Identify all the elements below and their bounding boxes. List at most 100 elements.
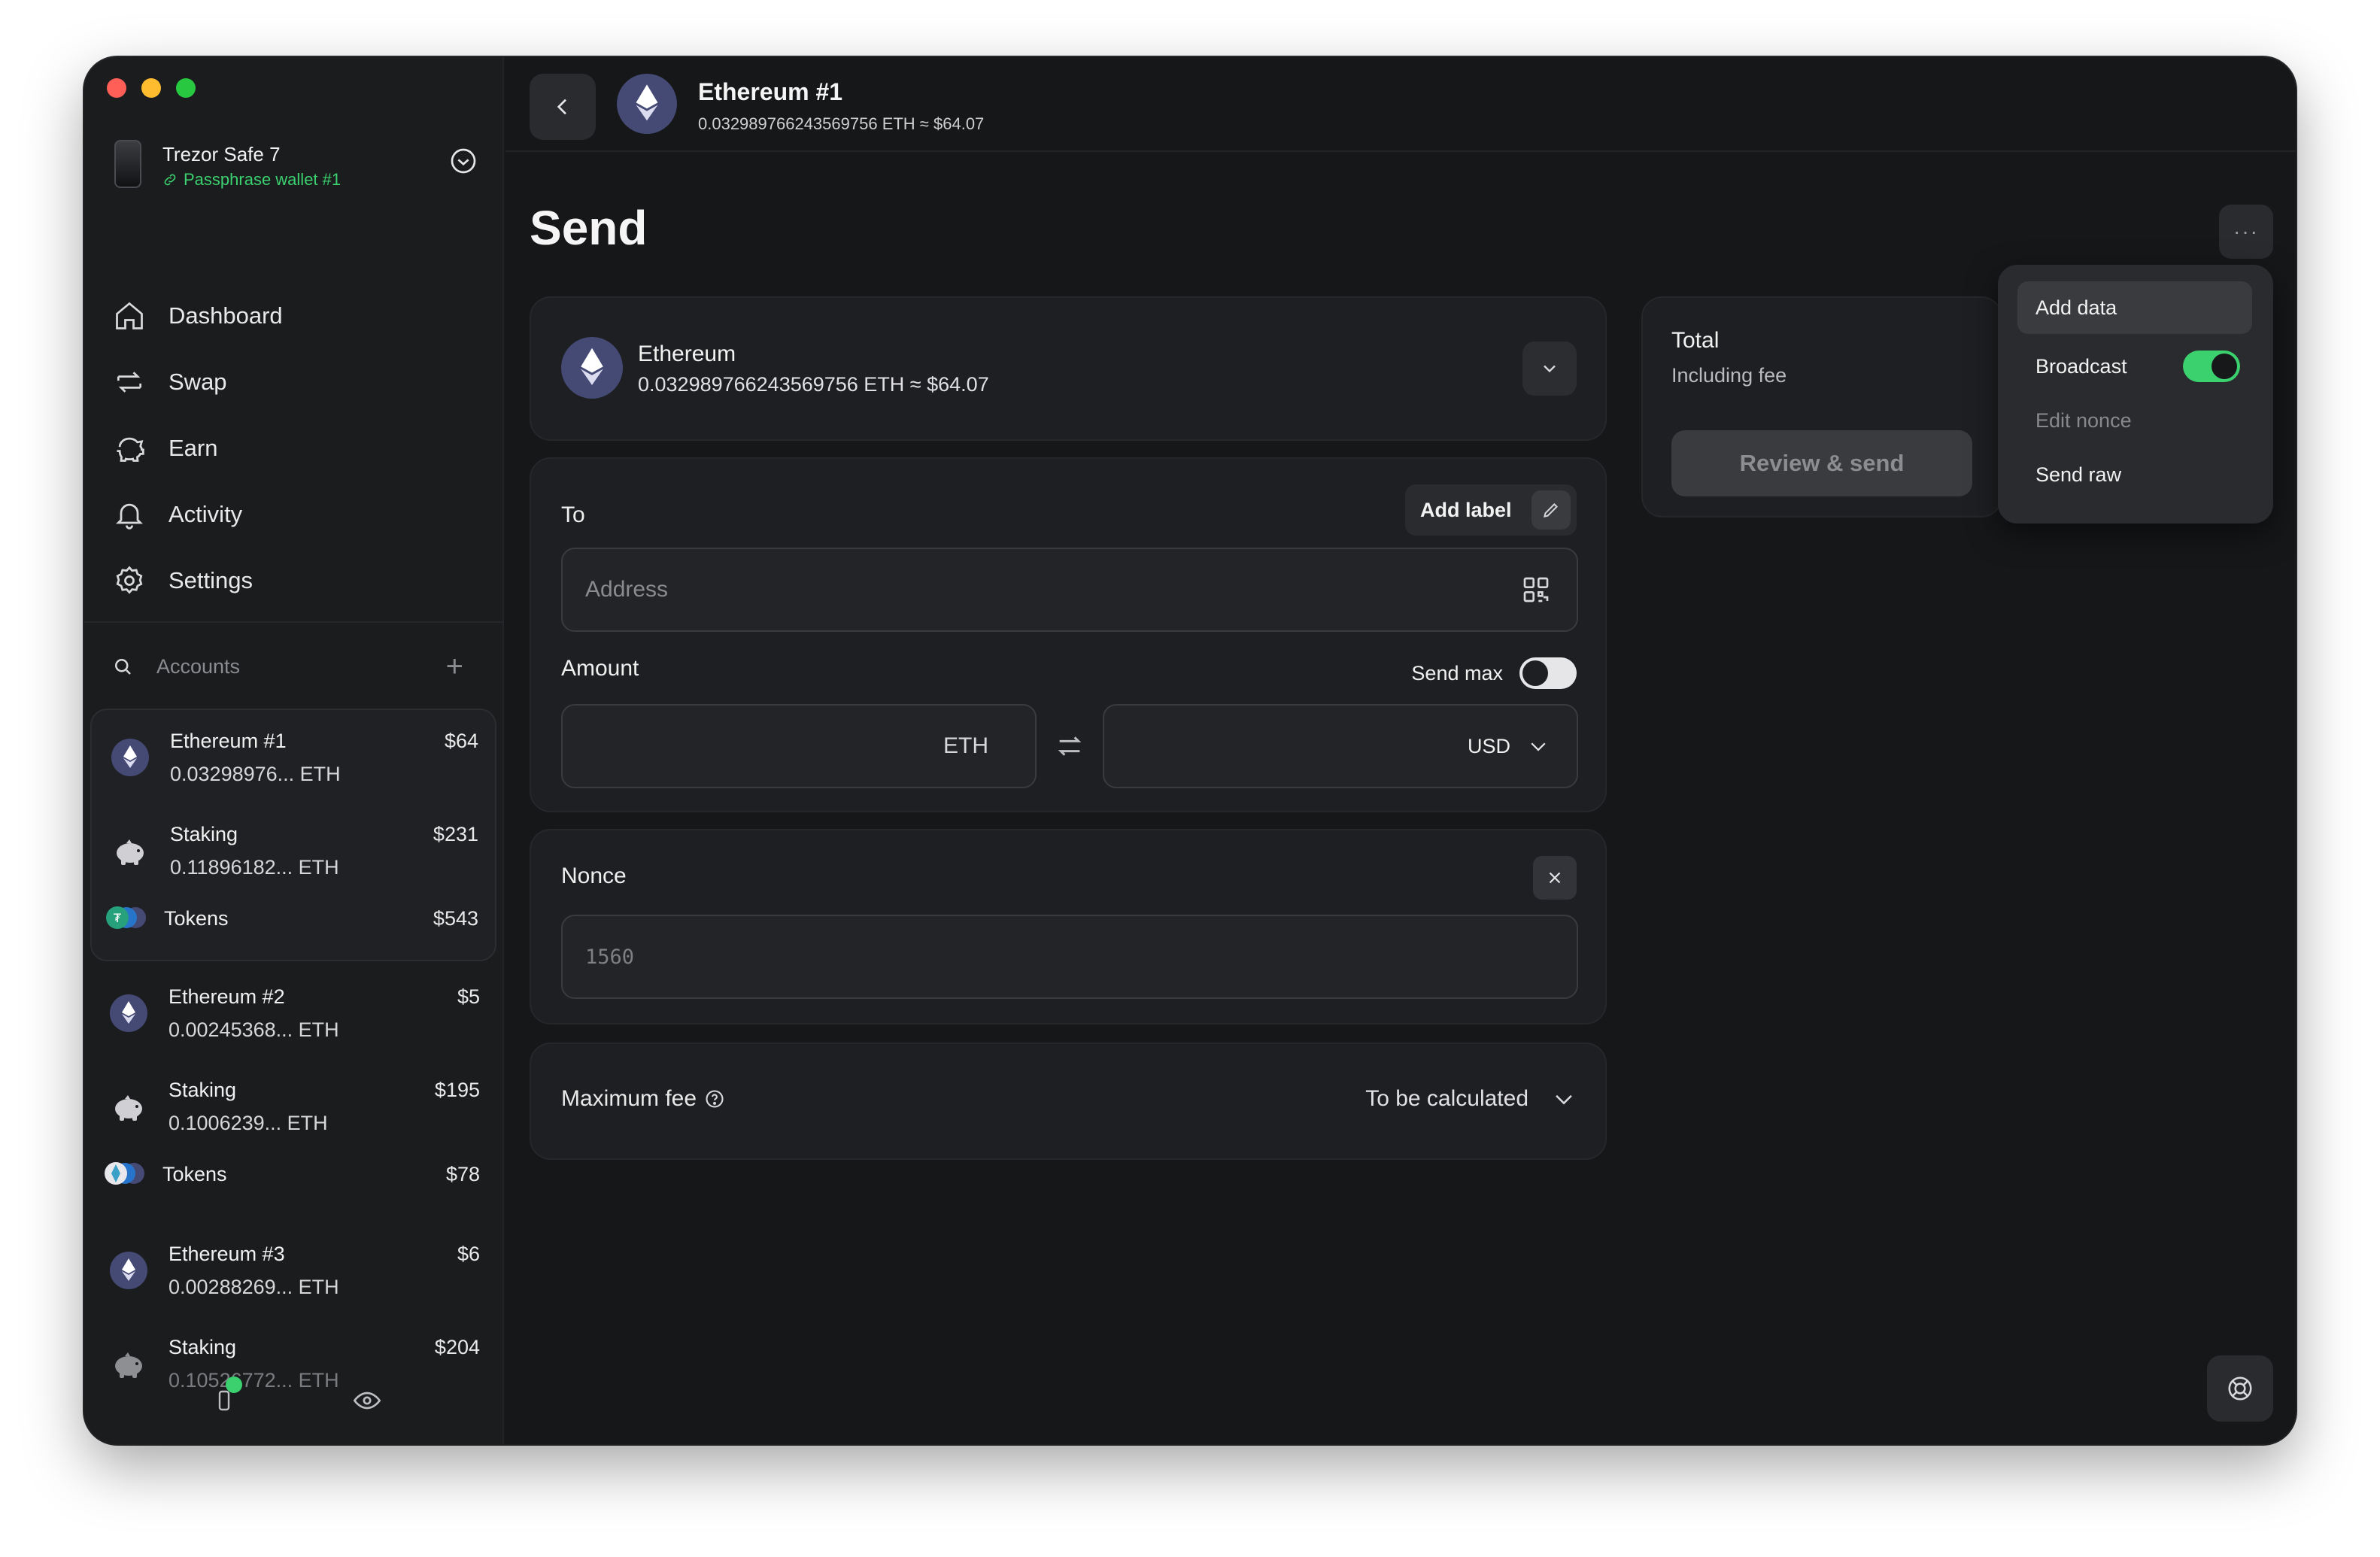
account-row-tokens[interactable]: Tokens $78 bbox=[90, 1152, 496, 1200]
close-window-button[interactable] bbox=[107, 78, 126, 98]
account-fiat-value: $78 bbox=[445, 1163, 480, 1185]
account-title: Ethereum #1 bbox=[698, 78, 843, 105]
nav-label: Activity bbox=[168, 501, 243, 527]
crypto-unit: ETH bbox=[943, 733, 988, 758]
connected-status-dot bbox=[226, 1376, 242, 1393]
passphrase-text: Passphrase wallet #1 bbox=[184, 170, 342, 189]
nonce-input[interactable]: 1560 bbox=[561, 915, 1578, 999]
chevron-down-icon bbox=[1544, 365, 1556, 373]
account-row-ethereum-1[interactable]: Ethereum #1 0.03298976... ETH $64 bbox=[92, 710, 495, 803]
nav-label: Settings bbox=[168, 567, 253, 593]
device-switcher[interactable]: Trezor Safe 7 Passphrase wallet #1 bbox=[111, 137, 478, 197]
svg-text:₮: ₮ bbox=[114, 911, 122, 925]
menu-item-label: Send raw bbox=[2035, 463, 2122, 486]
chevron-down-circle-icon[interactable] bbox=[448, 146, 478, 176]
account-balance: 0.032989766243569756 ETH ≈ $64.07 bbox=[698, 114, 985, 133]
close-icon bbox=[1549, 872, 1561, 884]
tokens-stack-icon bbox=[105, 1162, 144, 1185]
account-group-ethereum-2: Ethereum #2 0.00245368... ETH $5 Staking… bbox=[90, 966, 496, 1219]
nav-item-settings[interactable]: Settings bbox=[108, 548, 484, 614]
nav-label: Earn bbox=[168, 435, 218, 461]
zoom-window-button[interactable] bbox=[176, 78, 196, 98]
account-name: Tokens bbox=[164, 907, 229, 930]
fiat-unit: USD bbox=[1467, 734, 1510, 757]
chevron-down-icon bbox=[1531, 742, 1546, 751]
send-max-toggle[interactable] bbox=[1519, 657, 1577, 689]
menu-item-edit-nonce[interactable]: Edit nonce bbox=[2017, 394, 2252, 447]
account-balance: 0.11896182... ETH bbox=[170, 856, 339, 879]
to-label: To bbox=[561, 502, 585, 527]
broadcast-toggle[interactable] bbox=[2183, 351, 2240, 382]
nav-item-swap[interactable]: Swap bbox=[108, 349, 484, 415]
more-options-button[interactable]: ··· bbox=[2219, 205, 2273, 259]
send-max-control: Send max bbox=[1411, 657, 1577, 689]
lifebuoy-icon bbox=[2228, 1376, 2252, 1401]
ethereum-icon bbox=[110, 994, 147, 1032]
sidebar: Trezor Safe 7 Passphrase wallet #1 Dashb… bbox=[84, 57, 504, 1444]
home-icon bbox=[116, 302, 143, 329]
add-account-button[interactable]: + bbox=[446, 650, 463, 684]
asset-dropdown-button[interactable] bbox=[1522, 341, 1577, 396]
menu-item-label: Broadcast bbox=[2035, 354, 2127, 378]
passphrase-wallet-label: Passphrase wallet #1 bbox=[162, 170, 341, 190]
recipient-card: To Add label Address Amount Send max ETH bbox=[530, 457, 1607, 812]
review-and-send-button[interactable]: Review & send bbox=[1671, 430, 1972, 496]
fiat-currency-select[interactable]: USD bbox=[1468, 735, 1550, 758]
fee-card[interactable]: Maximum fee To be calculated bbox=[530, 1043, 1607, 1160]
ethereum-icon bbox=[110, 1252, 147, 1289]
fee-value-text: To be calculated bbox=[1365, 1086, 1528, 1111]
back-button[interactable] bbox=[530, 74, 596, 140]
account-fiat-value: $64 bbox=[444, 730, 478, 752]
swap-direction-icon[interactable] bbox=[1055, 731, 1085, 761]
account-row-staking[interactable]: Staking 0.11896182... ETH $231 bbox=[92, 803, 495, 897]
account-name: Ethereum #2 bbox=[168, 985, 285, 1008]
support-button[interactable] bbox=[2207, 1355, 2273, 1422]
nav-label: Dashboard bbox=[168, 302, 283, 329]
account-fiat-value: $6 bbox=[457, 1243, 480, 1265]
help-circle-icon[interactable] bbox=[704, 1088, 725, 1109]
minimize-window-button[interactable] bbox=[141, 78, 161, 98]
sidebar-footer bbox=[84, 1376, 504, 1422]
pencil-icon bbox=[1532, 490, 1571, 530]
total-title: Total bbox=[1671, 328, 1720, 353]
menu-item-label: Edit nonce bbox=[2035, 408, 2132, 432]
account-row-tokens[interactable]: ₮ Tokens $543 bbox=[92, 897, 495, 945]
qr-code-icon[interactable] bbox=[1521, 575, 1551, 605]
link-icon bbox=[164, 174, 176, 186]
account-balance: 0.03298976... ETH bbox=[170, 763, 341, 785]
address-placeholder: Address bbox=[585, 577, 669, 602]
nav-item-earn[interactable]: Earn bbox=[108, 415, 484, 481]
nonce-label: Nonce bbox=[561, 863, 627, 888]
account-name: Staking bbox=[170, 823, 238, 845]
menu-item-send-raw[interactable]: Send raw bbox=[2017, 448, 2252, 501]
eye-icon[interactable] bbox=[352, 1386, 382, 1416]
maximum-fee-label: Maximum fee bbox=[561, 1086, 725, 1112]
remove-nonce-button[interactable] bbox=[1533, 856, 1577, 900]
search-icon[interactable] bbox=[111, 655, 134, 678]
asset-selector-card[interactable]: Ethereum 0.032989766243569756 ETH ≈ $64.… bbox=[530, 296, 1607, 441]
fiat-amount-input[interactable]: USD bbox=[1103, 704, 1578, 788]
nav-item-dashboard[interactable]: Dashboard bbox=[108, 283, 484, 349]
menu-item-add-data[interactable]: Add data bbox=[2017, 281, 2252, 334]
piggy-bank-icon bbox=[117, 839, 144, 865]
menu-item-broadcast[interactable]: Broadcast bbox=[2017, 340, 2252, 393]
account-name: Ethereum #3 bbox=[168, 1243, 285, 1265]
accounts-label: Accounts bbox=[156, 654, 241, 678]
main-nav: Dashboard Swap Earn Activity Settings bbox=[108, 283, 484, 614]
app-window: Trezor Safe 7 Passphrase wallet #1 Dashb… bbox=[84, 57, 2296, 1444]
main-content: Ethereum #1 0.032989766243569756 ETH ≈ $… bbox=[505, 57, 2296, 1444]
nav-item-activity[interactable]: Activity bbox=[108, 481, 484, 548]
address-input[interactable]: Address bbox=[561, 548, 1578, 632]
window-controls bbox=[107, 78, 196, 98]
fee-value: To be calculated bbox=[1365, 1086, 1577, 1112]
account-row-ethereum-2[interactable]: Ethereum #2 0.00245368... ETH $5 bbox=[90, 966, 496, 1059]
add-label-button[interactable]: Add label bbox=[1405, 484, 1577, 536]
account-row-ethereum-3[interactable]: Ethereum #3 0.00288269... ETH $6 bbox=[90, 1223, 496, 1316]
sidebar-divider bbox=[84, 621, 504, 623]
chevron-down-icon[interactable] bbox=[1551, 1086, 1577, 1112]
account-row-staking[interactable]: Staking 0.1006239... ETH $195 bbox=[90, 1059, 496, 1152]
crypto-amount-input[interactable]: ETH bbox=[561, 704, 1037, 788]
nonce-card: Nonce 1560 bbox=[530, 829, 1607, 1024]
account-group-ethereum-1: Ethereum #1 0.03298976... ETH $64 Stakin… bbox=[90, 709, 496, 961]
amount-label: Amount bbox=[561, 656, 639, 681]
